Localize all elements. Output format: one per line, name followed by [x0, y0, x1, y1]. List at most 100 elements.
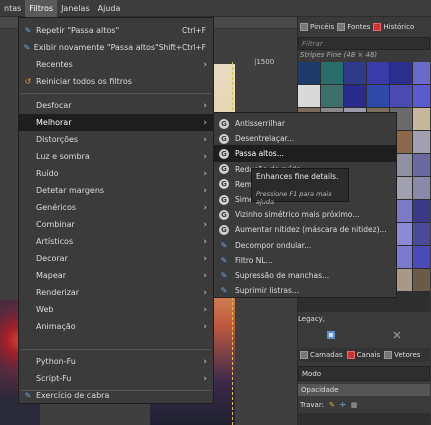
menu-item-label: Desfocar [36, 101, 72, 110]
menu-item-label: Animação [36, 322, 76, 331]
opacity-slider[interactable]: Opacidade [298, 384, 430, 396]
menu-item-category[interactable]: Renderizar › [19, 284, 213, 301]
menu-item-category[interactable]: Animação › [19, 318, 213, 335]
menu-item-reset[interactable]: ↺ Reiniciar todos os filtros [19, 73, 213, 90]
menu-janelas[interactable]: Janelas [57, 0, 94, 17]
menu-item-shortcut: Ctrl+F [182, 26, 206, 35]
lock-alpha-icon[interactable]: ▦ [351, 401, 358, 409]
menu-item-shortcut: Shift+Ctrl+F [158, 43, 206, 52]
tab-fonts[interactable]: Fontes [337, 20, 370, 34]
pattern-swatch[interactable] [344, 85, 366, 107]
chevron-right-icon: › [203, 202, 207, 213]
pattern-swatch[interactable] [298, 62, 320, 84]
pattern-swatch[interactable] [413, 200, 430, 222]
ruler-label: |1500 [254, 58, 275, 66]
gegl-icon: G [219, 194, 229, 205]
submenu-item-label: Decompor ondular... [235, 240, 312, 250]
chevron-right-icon: › [203, 304, 207, 315]
menu-item-category[interactable]: Combinar › [19, 216, 213, 233]
menu-item-label: Melhorar [36, 118, 72, 127]
menu-item-recentes[interactable]: Recentes › [19, 56, 213, 73]
layer-tabs: Camadas Canais Vetores [298, 348, 430, 362]
submenu-item-label: Desentrelaçar... [235, 134, 295, 144]
pattern-swatch[interactable] [413, 85, 430, 107]
pattern-swatch[interactable] [413, 223, 430, 245]
menu-item-label: Repetir "Passa altos" [36, 26, 120, 35]
lock-position-icon[interactable]: ✛ [340, 401, 346, 409]
menu-item-category[interactable]: Genéricos › [19, 199, 213, 216]
tab-brushes[interactable]: Pincéis [300, 20, 334, 34]
submenu-item[interactable]: ✎ Suprimir listras... [214, 282, 396, 299]
layers-list[interactable] [298, 413, 430, 425]
pattern-swatch[interactable] [344, 62, 366, 84]
pattern-name: Stripes Fine (48 × 48) [300, 51, 378, 59]
menu-item-category[interactable]: Distorções › [19, 131, 213, 148]
pattern-swatch[interactable] [390, 85, 412, 107]
menu-item-reshow[interactable]: ✎ Exibir novamente "Passa altos" Shift+C… [19, 39, 213, 56]
menu-item-category[interactable]: Artísticos › [19, 233, 213, 250]
pattern-swatch[interactable] [413, 62, 430, 84]
menu-item-category[interactable]: Desfocar › [19, 97, 213, 114]
goat-icon: ✎ [24, 391, 32, 400]
submenu-item-label: Passa altos... [235, 149, 284, 159]
lock-pixels-icon[interactable]: ✎ [329, 401, 335, 409]
menu-item-label: Mapear [36, 271, 66, 280]
pattern-swatch[interactable] [298, 85, 320, 107]
submenu-item-label: Vizinho simétrico mais próximo... [235, 210, 360, 220]
pattern-swatch[interactable] [413, 108, 430, 130]
plugin-icon: ✎ [220, 240, 228, 250]
open-as-image-icon[interactable] [326, 330, 336, 340]
menu-item-category[interactable]: Ruído › [19, 165, 213, 182]
menu-filtros[interactable]: Filtros [25, 0, 58, 17]
menu-item-label: Ruído [36, 169, 59, 178]
menu-item-label: Detetar margens [36, 186, 105, 195]
menu-item-category[interactable]: Decorar › [19, 250, 213, 267]
menu-item-category[interactable]: Mapear › [19, 267, 213, 284]
pattern-swatch[interactable] [321, 62, 343, 84]
menu-ajuda[interactable]: Ajuda [94, 0, 125, 17]
plugin-icon: ✎ [220, 286, 228, 296]
pattern-swatch[interactable] [321, 85, 343, 107]
menu-item-label: Luz e sombra [36, 152, 90, 161]
menu-item-script-fu[interactable]: Script-Fu › [19, 370, 213, 387]
submenu-item-label: Antisserrilhar [235, 119, 285, 128]
layers-icon [300, 351, 308, 359]
menu-ferramentas[interactable]: ntas [0, 0, 25, 17]
tab-history[interactable]: Histórico [373, 20, 414, 34]
tab-label: Canais [356, 351, 381, 359]
tab-channels[interactable]: Canais [346, 351, 381, 359]
menu-item-category[interactable]: Detetar margens › [19, 182, 213, 199]
pattern-swatch[interactable] [413, 246, 430, 268]
layer-mode-select[interactable]: Modo [298, 366, 430, 381]
pattern-swatch[interactable] [413, 154, 430, 176]
pattern-swatch[interactable] [413, 131, 430, 153]
channels-icon [346, 351, 355, 359]
brush-icon [300, 23, 308, 31]
pattern-filter-input[interactable]: Filtrar [298, 37, 430, 50]
menu-item-python-fu[interactable]: Python-Fu › [19, 353, 213, 370]
tab-layers[interactable]: Camadas [300, 351, 343, 359]
gegl-icon: G [219, 133, 229, 144]
menu-item-category[interactable]: Web › [19, 301, 213, 318]
menu-item-repeat[interactable]: ✎ Repetir "Passa altos" Ctrl+F [19, 22, 213, 39]
menu-item-label: Reiniciar todos os filtros [36, 77, 132, 86]
submenu-item-label: Filtro NL... [235, 255, 273, 265]
reset-icon: ↺ [24, 77, 32, 86]
font-icon [337, 23, 346, 31]
menu-item-category[interactable]: Luz e sombra › [19, 148, 213, 165]
pattern-swatch[interactable] [367, 85, 389, 107]
reshow-icon: ✎ [23, 43, 31, 52]
pattern-swatch[interactable] [390, 62, 412, 84]
chevron-right-icon: › [203, 134, 207, 145]
pattern-swatch[interactable] [413, 269, 430, 291]
menu-item-category[interactable]: Melhorar › [19, 114, 213, 131]
menu-item-label: Script-Fu [36, 374, 72, 383]
repeat-icon: ✎ [24, 26, 32, 35]
delete-icon[interactable] [392, 330, 402, 340]
pattern-swatch[interactable] [367, 62, 389, 84]
tab-paths[interactable]: Vetores [384, 351, 420, 359]
pattern-swatch[interactable] [413, 177, 430, 199]
menu-item-goat-exercise[interactable]: ✎ Exercício de cabra [19, 387, 213, 404]
menu-item-label: Exercício de cabra [36, 391, 110, 400]
chevron-right-icon: › [203, 236, 207, 247]
